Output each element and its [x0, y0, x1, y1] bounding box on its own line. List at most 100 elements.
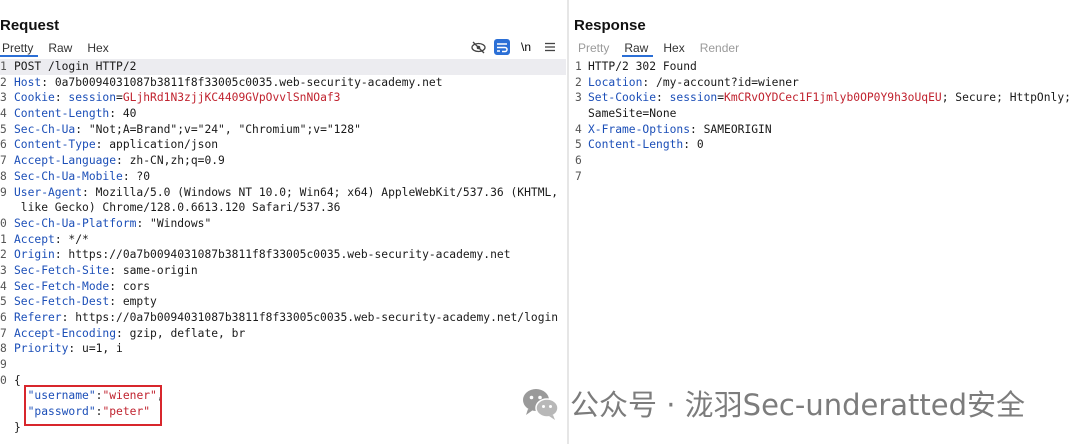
hide-eye-icon[interactable] [470, 39, 486, 55]
code-line[interactable]: SameSite=None [570, 106, 1080, 122]
token-name: Location [588, 75, 643, 89]
line-number: 0 [0, 216, 7, 230]
code-line[interactable]: 8 Priority: u=1, i [0, 341, 566, 357]
line-number: 5 [0, 122, 7, 136]
line-number: 7 [0, 154, 7, 168]
code-line[interactable]: 1 HTTP/2 302 Found [570, 59, 1080, 75]
line-number: 2 [575, 75, 582, 89]
line-number: 8 [0, 169, 7, 183]
line-number: 0 [0, 373, 7, 387]
code-line[interactable]: 1 POST /login HTTP/2 [0, 59, 566, 75]
wrap-lines-icon[interactable] [494, 39, 510, 55]
token-text: : [656, 91, 670, 105]
code-line[interactable]: 6 Content-Type: application/json [0, 137, 566, 153]
line-number: 9 [0, 358, 7, 372]
token-text: POST /login HTTP/2 [14, 60, 137, 73]
code-line[interactable]: 3 Set-Cookie: session=KmCRvOYDCec1F1jmlyb… [570, 90, 1080, 106]
token-text: = [116, 91, 123, 105]
token-value: GLjhRd1N3zjjKC4409GVpOvvlSnNOaf3 [122, 91, 341, 105]
panel-divider[interactable] [567, 0, 569, 444]
response-editor[interactable]: 1 HTTP/2 302 Found 2 Location: /my-account?… [570, 59, 1080, 185]
code-line[interactable]: like Gecko) Chrome/128.0.6613.120 Safari… [0, 200, 566, 216]
token-name: Sec-Fetch-Site [14, 263, 110, 277]
request-toolbar: \n [470, 39, 558, 55]
code-line[interactable]: 5 Content-Length: 0 [570, 137, 1080, 153]
tab-raw[interactable]: Raw [622, 40, 654, 57]
line-number: 3 [0, 263, 7, 277]
code-line[interactable]: 4 Content-Length: 40 [0, 106, 566, 122]
token-name: Sec-Fetch-Dest [14, 295, 110, 309]
line-content: Referer: https://0a7b0094031087b3811f8f3… [14, 310, 558, 326]
line-number: 1 [575, 60, 582, 73]
token-name: Origin [14, 248, 55, 262]
menu-icon[interactable] [542, 39, 558, 55]
tab-hex[interactable]: Hex [85, 40, 113, 57]
token-name: Sec-Fetch-Mode [14, 279, 110, 293]
line-content: Content-Type: application/json [14, 137, 218, 153]
code-line[interactable]: 0 Sec-Ch-Ua-Platform: "Windows" [0, 216, 566, 232]
code-line[interactable]: 1 Accept: */* [0, 232, 566, 248]
code-line[interactable]: 2 Origin: https://0a7b0094031087b3811f8f3… [0, 247, 566, 263]
code-line[interactable]: 5 Sec-Fetch-Dest: empty [0, 294, 566, 310]
token-text: : u=1, i [68, 342, 123, 356]
line-content: Sec-Ch-Ua: "Not;A=Brand";v="24", "Chromi… [14, 122, 361, 138]
token-name: Content-Type [14, 138, 96, 152]
code-line[interactable]: 9 [0, 357, 566, 373]
token-text: : "Not;A=Brand";v="24", "Chromium";v="12… [75, 122, 361, 136]
line-number: 6 [0, 311, 7, 324]
code-line[interactable]: 2 Location: /my-account?id=wiener [570, 75, 1080, 91]
code-line[interactable]: 9 User-Agent: Mozilla/5.0 (Windows NT 10.… [0, 185, 566, 201]
line-number: 4 [0, 107, 7, 121]
line-number: 8 [0, 342, 7, 356]
code-line[interactable]: 2 Host: 0a7b0094031087b3811f8f33005c0035.… [0, 75, 566, 91]
line-content: Cookie: session=GLjhRd1N3zjjKC4409GVpOvv… [14, 90, 341, 106]
line-number: 6 [0, 138, 7, 152]
request-view-tabs: Pretty Raw Hex [0, 40, 122, 57]
line-number: 7 [0, 326, 7, 340]
code-line[interactable]: 3 Cookie: session=GLjhRd1N3zjjKC4409GVpOv… [0, 90, 566, 106]
code-line[interactable]: 7 Accept-Encoding: gzip, deflate, br [0, 326, 566, 342]
tab-render[interactable]: Render [698, 40, 744, 57]
token-name: Accept [14, 232, 55, 246]
code-line[interactable]: 4 Sec-Fetch-Mode: cors [0, 279, 566, 295]
line-content: Content-Length: 40 [14, 106, 136, 122]
token-text: : zh-CN,zh;q=0.9 [116, 154, 225, 168]
watermark: 公众号 · 泷羽Sec-underatted安全 [520, 382, 1025, 424]
line-content: Priority: u=1, i [14, 341, 123, 357]
code-line[interactable]: 4 X-Frame-Options: SAMEORIGIN [570, 122, 1080, 138]
token-name: Sec-Ch-Ua-Mobile [14, 169, 123, 183]
line-content: Location: /my-account?id=wiener [588, 75, 799, 91]
newline-toggle-icon[interactable]: \n [518, 39, 534, 55]
code-line[interactable]: 8 Sec-Ch-Ua-Mobile: ?0 [0, 169, 566, 185]
line-number: 5 [0, 295, 7, 309]
token-text: : [54, 91, 69, 105]
line-content: Accept-Language: zh-CN,zh;q=0.9 [14, 153, 225, 169]
code-line[interactable]: 3 Sec-Fetch-Site: same-origin [0, 263, 566, 279]
token-name: Sec-Ch-Ua-Platform [14, 216, 137, 230]
response-panel: Response Pretty Raw Hex Render 1 HTTP/2 3… [570, 0, 1080, 444]
line-number: 6 [575, 154, 582, 168]
token-text: : SAMEORIGIN [690, 122, 772, 136]
tab-raw[interactable]: Raw [46, 40, 77, 57]
token-text: : Mozilla/5.0 (Windows NT 10.0; Win64; x… [82, 185, 559, 199]
code-line[interactable]: 7 Accept-Language: zh-CN,zh;q=0.9 [0, 153, 566, 169]
response-title: Response [574, 17, 646, 34]
token-name: Host [14, 75, 42, 89]
request-editor[interactable]: 1 POST /login HTTP/2 2 Host: 0a7b0094031087… [0, 59, 566, 436]
code-line[interactable]: 7 [570, 169, 1080, 185]
token-text: : application/json [95, 138, 219, 152]
tab-hex[interactable]: Hex [661, 40, 689, 57]
code-line[interactable]: 5 Sec-Ch-Ua: "Not;A=Brand";v="24", "Chrom… [0, 122, 566, 138]
token-name: session [669, 91, 718, 105]
line-number: 3 [575, 91, 582, 105]
tab-pretty[interactable]: Pretty [0, 40, 39, 57]
token-text: like Gecko) Chrome/128.0.6613.120 Safari… [14, 201, 341, 215]
tab-pretty[interactable]: Pretty [576, 40, 614, 57]
code-line[interactable]: 6 [570, 153, 1080, 169]
token-name: Accept-Language [14, 154, 117, 168]
code-line[interactable]: 6 Referer: https://0a7b0094031087b3811f8f… [0, 310, 566, 326]
line-number: 1 [0, 232, 7, 246]
wechat-icon [523, 389, 559, 420]
token-text: : same-origin [109, 263, 198, 277]
line-content: POST /login HTTP/2 [14, 59, 136, 75]
